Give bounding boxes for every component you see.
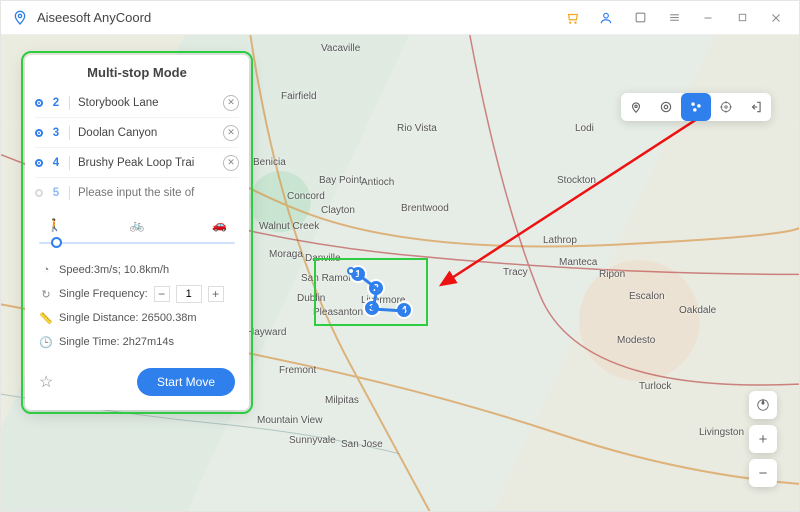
frequency-label: Single Frequency: (59, 288, 148, 300)
mode-modify-location-icon[interactable] (621, 93, 651, 121)
stop-row[interactable]: 4 Brushy Peak Loop Trai ✕ (35, 148, 239, 178)
stop-radio-icon[interactable] (35, 189, 43, 197)
stop-index: 2 (51, 97, 61, 109)
transport-mode-tabs: 🚶 🚲 🚗 (25, 214, 249, 232)
walk-mode-icon[interactable]: 🚶 (47, 218, 62, 232)
stop-index: 5 (51, 187, 61, 199)
mode-multi-stop-icon[interactable] (681, 93, 711, 121)
app-window: Aiseesoft AnyCoord Vacaville F (0, 0, 800, 512)
distance-label: Single Distance: 26500.38m (59, 312, 197, 324)
clear-stop-icon[interactable]: ✕ (223, 125, 239, 141)
time-label: Single Time: 2h27m14s (59, 336, 174, 348)
car-mode-icon[interactable]: 🚗 (212, 218, 227, 232)
mode-joystick-icon[interactable] (711, 93, 741, 121)
zoom-in-button[interactable]: + (749, 425, 777, 453)
slider-thumb[interactable] (51, 237, 62, 248)
account-icon[interactable] (593, 5, 619, 31)
compass-button[interactable] (749, 391, 777, 419)
minimize-button[interactable] (695, 5, 721, 31)
speed-label: Speed:3m/s; 10.8km/h (59, 264, 169, 276)
stop-name: Storybook Lane (78, 97, 215, 109)
app-title: Aiseesoft AnyCoord (37, 10, 151, 25)
stop-input[interactable] (78, 187, 239, 199)
stop-name: Brushy Peak Loop Trai (78, 157, 215, 169)
panel-footer: ☆ Start Move (25, 364, 249, 410)
stops-list: 2 Storybook Lane ✕ 3 Doolan Canyon ✕ 4 B… (25, 88, 249, 214)
stop-radio-icon[interactable] (35, 99, 43, 107)
frequency-increment-button[interactable]: + (208, 286, 224, 302)
stop-radio-icon[interactable] (35, 159, 43, 167)
app-logo-icon (11, 9, 29, 27)
bike-mode-icon[interactable]: 🚲 (130, 218, 145, 232)
mode-toolbar (621, 93, 771, 121)
panel-title: Multi-stop Mode (25, 55, 249, 88)
speed-slider[interactable] (39, 234, 235, 252)
cart-icon[interactable] (559, 5, 585, 31)
zoom-out-button[interactable]: − (749, 459, 777, 487)
feedback-icon[interactable] (627, 5, 653, 31)
titlebar: Aiseesoft AnyCoord (1, 1, 799, 35)
stop-row[interactable]: 3 Doolan Canyon ✕ (35, 118, 239, 148)
stop-row-empty[interactable]: 5 (35, 178, 239, 208)
zoom-controls: + − (749, 391, 777, 487)
menu-icon[interactable] (661, 5, 687, 31)
mode-one-stop-icon[interactable] (651, 93, 681, 121)
frequency-input[interactable] (176, 285, 202, 303)
stop-index: 4 (51, 157, 61, 169)
start-move-button[interactable]: Start Move (137, 368, 235, 396)
multistop-panel: Multi-stop Mode 2 Storybook Lane ✕ 3 Doo… (25, 55, 249, 410)
mode-exit-icon[interactable] (741, 93, 771, 121)
close-button[interactable] (763, 5, 789, 31)
favorite-icon[interactable]: ☆ (39, 372, 53, 392)
clear-stop-icon[interactable]: ✕ (223, 155, 239, 171)
stop-row[interactable]: 2 Storybook Lane ✕ (35, 88, 239, 118)
clear-stop-icon[interactable]: ✕ (223, 95, 239, 111)
speed-icon: ◔ (39, 264, 53, 276)
frequency-decrement-button[interactable]: − (154, 286, 170, 302)
stop-index: 3 (51, 127, 61, 139)
route-info: ◔ Speed:3m/s; 10.8km/h ↻ Single Frequenc… (25, 256, 249, 364)
stop-name: Doolan Canyon (78, 127, 215, 139)
maximize-button[interactable] (729, 5, 755, 31)
stop-radio-icon[interactable] (35, 129, 43, 137)
time-icon: 🕒 (39, 336, 53, 349)
distance-icon: 📏 (39, 312, 53, 325)
frequency-icon: ↻ (39, 288, 53, 301)
